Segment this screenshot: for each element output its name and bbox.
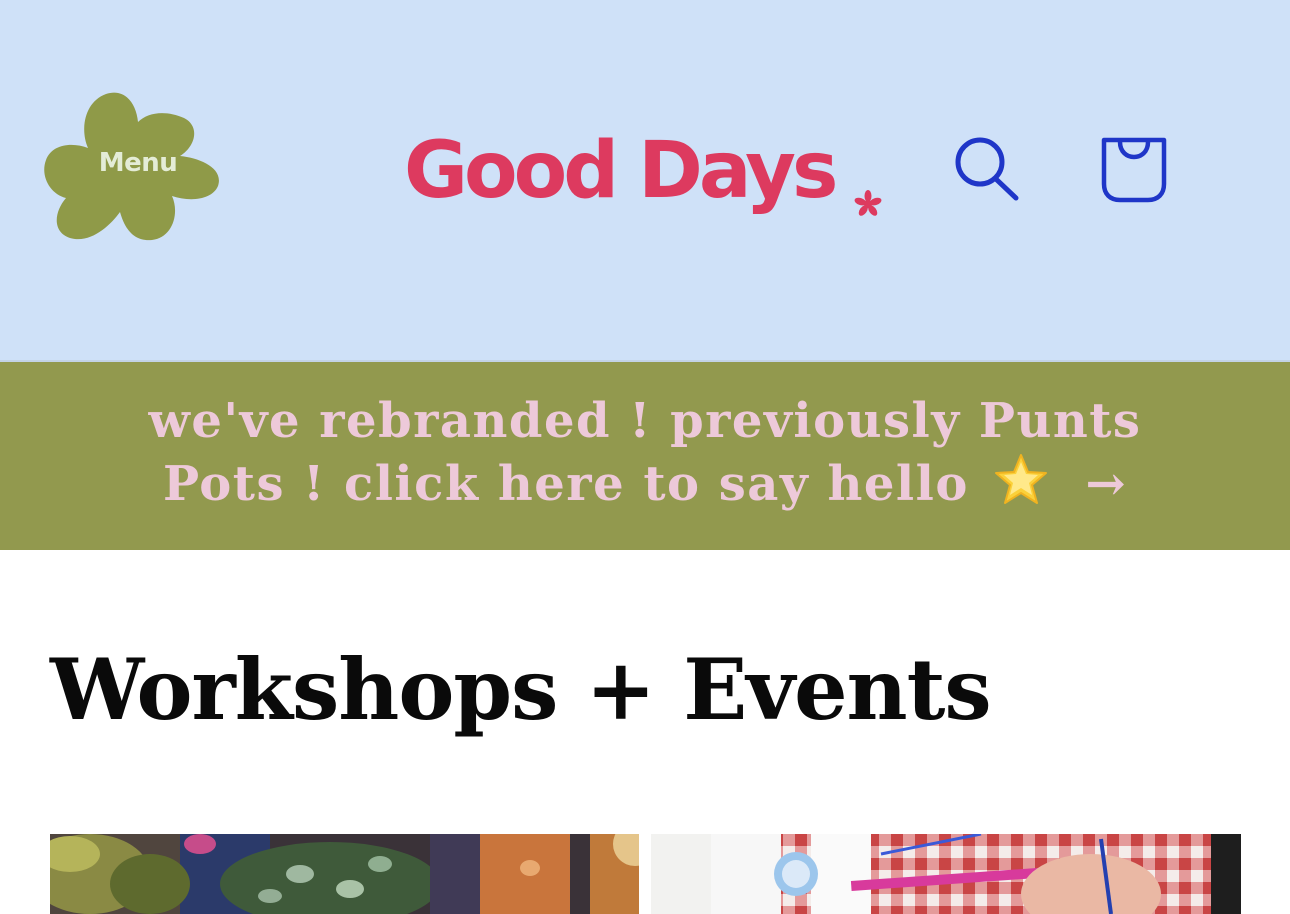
menu-button[interactable]: Menu bbox=[40, 88, 224, 248]
star-emoji-icon bbox=[995, 454, 1048, 504]
plants-workshop-photo bbox=[50, 834, 639, 914]
asterisk-star-icon bbox=[854, 190, 882, 216]
logo-text: Good Days bbox=[404, 126, 838, 216]
page-title: Workshops + Events bbox=[50, 640, 992, 739]
site-logo[interactable]: Good Days bbox=[404, 132, 884, 242]
arrow-right-icon: → bbox=[1085, 456, 1128, 512]
cart-button[interactable] bbox=[1096, 132, 1172, 208]
site-header: Menu Good Days bbox=[0, 0, 1290, 362]
announcement-text[interactable]: we've rebranded ! previously Punts Pots … bbox=[100, 390, 1190, 515]
search-icon bbox=[955, 137, 1019, 201]
menu-label: Menu bbox=[98, 148, 178, 178]
bag-icon bbox=[1101, 137, 1167, 203]
search-button[interactable] bbox=[950, 134, 1022, 206]
event-card-painting[interactable] bbox=[651, 834, 1241, 914]
announcement-banner[interactable]: we've rebranded ! previously Punts Pots … bbox=[0, 362, 1290, 550]
painting-workshop-photo bbox=[651, 834, 1241, 914]
event-card-plants[interactable] bbox=[50, 834, 639, 914]
